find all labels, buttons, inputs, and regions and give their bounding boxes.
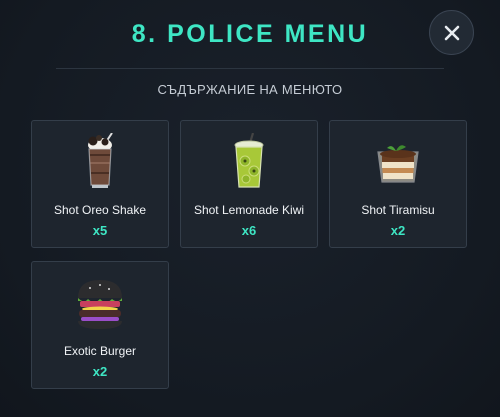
close-button[interactable] — [429, 10, 474, 55]
item-quantity: x2 — [390, 223, 406, 238]
item-quantity: x2 — [92, 364, 108, 379]
menu-modal: 8. POLICE MENU СЪДЪРЖАНИЕ НА МЕНЮТО Shot… — [0, 0, 500, 417]
item-quantity: x5 — [92, 223, 108, 238]
oreo-shake-icon — [32, 131, 168, 195]
item-name: Shot Oreo Shake — [53, 203, 147, 217]
item-name: Shot Lemonade Kiwi — [193, 203, 305, 217]
lemonade-kiwi-icon — [181, 131, 317, 195]
item-name: Shot Tiramisu — [361, 203, 435, 217]
section-subtitle: СЪДЪРЖАНИЕ НА МЕНЮТО — [157, 82, 343, 97]
menu-item-card[interactable]: Shot Lemonade Kiwi x6 — [180, 120, 318, 248]
item-quantity: x6 — [241, 223, 257, 238]
divider — [56, 68, 444, 69]
menu-item-card[interactable]: Shot Tiramisu x2 — [329, 120, 467, 248]
burger-icon — [32, 272, 168, 336]
menu-item-card[interactable]: Exotic Burger x2 — [31, 261, 169, 389]
item-name: Exotic Burger — [63, 344, 137, 358]
close-icon — [444, 25, 459, 40]
page-title: 8. POLICE MENU — [131, 20, 369, 48]
tiramisu-icon — [330, 131, 466, 195]
menu-item-card[interactable]: Shot Oreo Shake x5 — [31, 120, 169, 248]
